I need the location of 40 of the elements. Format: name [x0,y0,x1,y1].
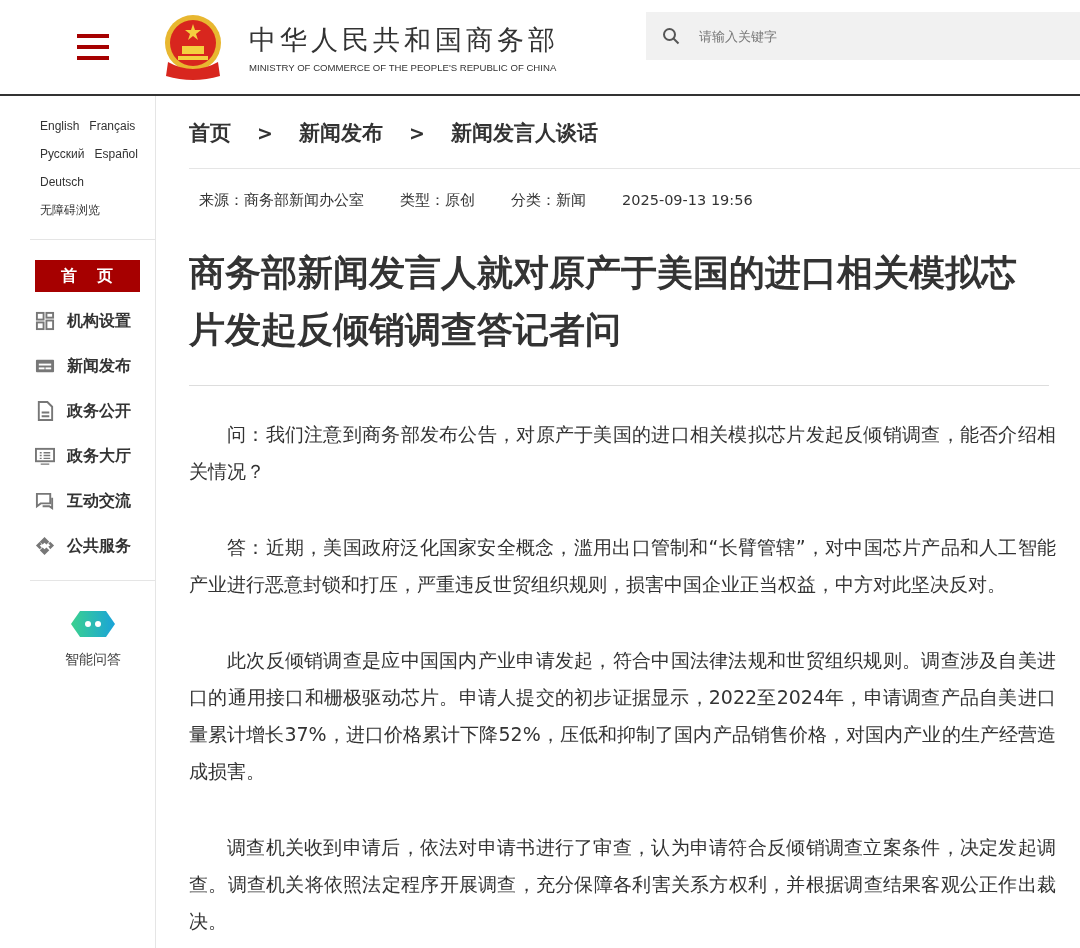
breadcrumb-link[interactable]: 新闻发言人谈话 [450,119,598,147]
robot-icon[interactable] [69,609,116,639]
monitor-icon [35,446,55,466]
language-link[interactable]: Русский [40,144,85,165]
assistant-label[interactable]: 智能问答 [64,651,121,669]
menu-icon[interactable] [77,34,109,60]
chat-icon [35,491,55,511]
search-icon[interactable] [662,27,680,45]
site-title: 中华人民共和国商务部 [249,22,559,57]
nav-item[interactable]: 政务公开 [35,395,155,427]
service-icon [35,536,55,556]
nav-item[interactable]: 机构设置 [35,305,155,337]
grid-icon [35,311,55,331]
language-link[interactable]: Français [89,116,136,137]
breadcrumb-separator: > [257,122,273,144]
breadcrumb-link[interactable]: 首页 [189,119,231,147]
breadcrumb-separator: > [408,122,425,144]
language-link[interactable]: Deutsch [40,172,85,193]
article-meta: 2025-09-13 19:56 [622,192,753,208]
language-link[interactable]: English [40,116,80,137]
article-paragraph: 问：我们注意到商务部发布公告，对原产于美国的进口相关模拟芯片发起反倾销调查，能否介绍相关情况？ [189,422,1056,484]
doc-icon [35,401,55,421]
language-link[interactable]: Español [94,144,138,165]
article-paragraph: 答：近期，美国政府泛化国家安全概念，滥用出口管制和“长臂管辖”，对中国芯片产品和人工智能产业进行恶意封锁和打压，严重违反世贸组织规则，损害中国企业正当权益，中方对此坚决反对。 [189,535,1056,597]
site-subtitle: MINISTRY OF COMMERCE OF THE PEOPLE'S REPUBLIC OF CHINA [249,61,558,73]
article-meta: 来源：商务部新闻办公室 [199,190,364,210]
nav-item[interactable]: 公共服务 [35,530,155,562]
article-title: 商务部新闻发言人就对原产于美国的进口相关模拟芯片发起反倾销调查答记者问 [189,244,1049,386]
article-meta: 分类：新闻 [511,190,586,210]
nav-item[interactable]: 首 页 [35,260,140,292]
breadcrumb-link[interactable]: 新闻发布 [298,119,383,147]
search-field[interactable]: 请输入关键字 [646,12,1080,60]
article-meta: 类型：原创 [400,190,475,210]
nav-item[interactable]: 新闻发布 [35,350,155,382]
language-link[interactable]: 无障碍浏览 [40,200,100,221]
nav-item[interactable]: 政务大厅 [35,440,155,472]
article-paragraph: 调查机关收到申请后，依法对申请书进行了审查，认为申请符合反倾销调查立案条件，决定发起调查。调查机关将依照法定程序开展调查，充分保障各利害关系方权利，并根据调查结果客观公正作出裁决。 [189,835,1056,934]
article-paragraph: 此次反倾销调查是应中国国内产业申请发起，符合中国法律法规和世贸组织规则。调查涉及自美进口的通用接口和栅极驱动芯片。申请人提交的初步证据显示，2022至2024年，申请调查产品自美进口量累计增长37%，进口价格累计下降52%，压低和抑制了国内产品销售价格，对国内产业的生产经营造成损害。 [189,648,1056,784]
emblem-logo-icon [162,14,224,80]
nav-item[interactable]: 互动交流 [35,485,155,517]
